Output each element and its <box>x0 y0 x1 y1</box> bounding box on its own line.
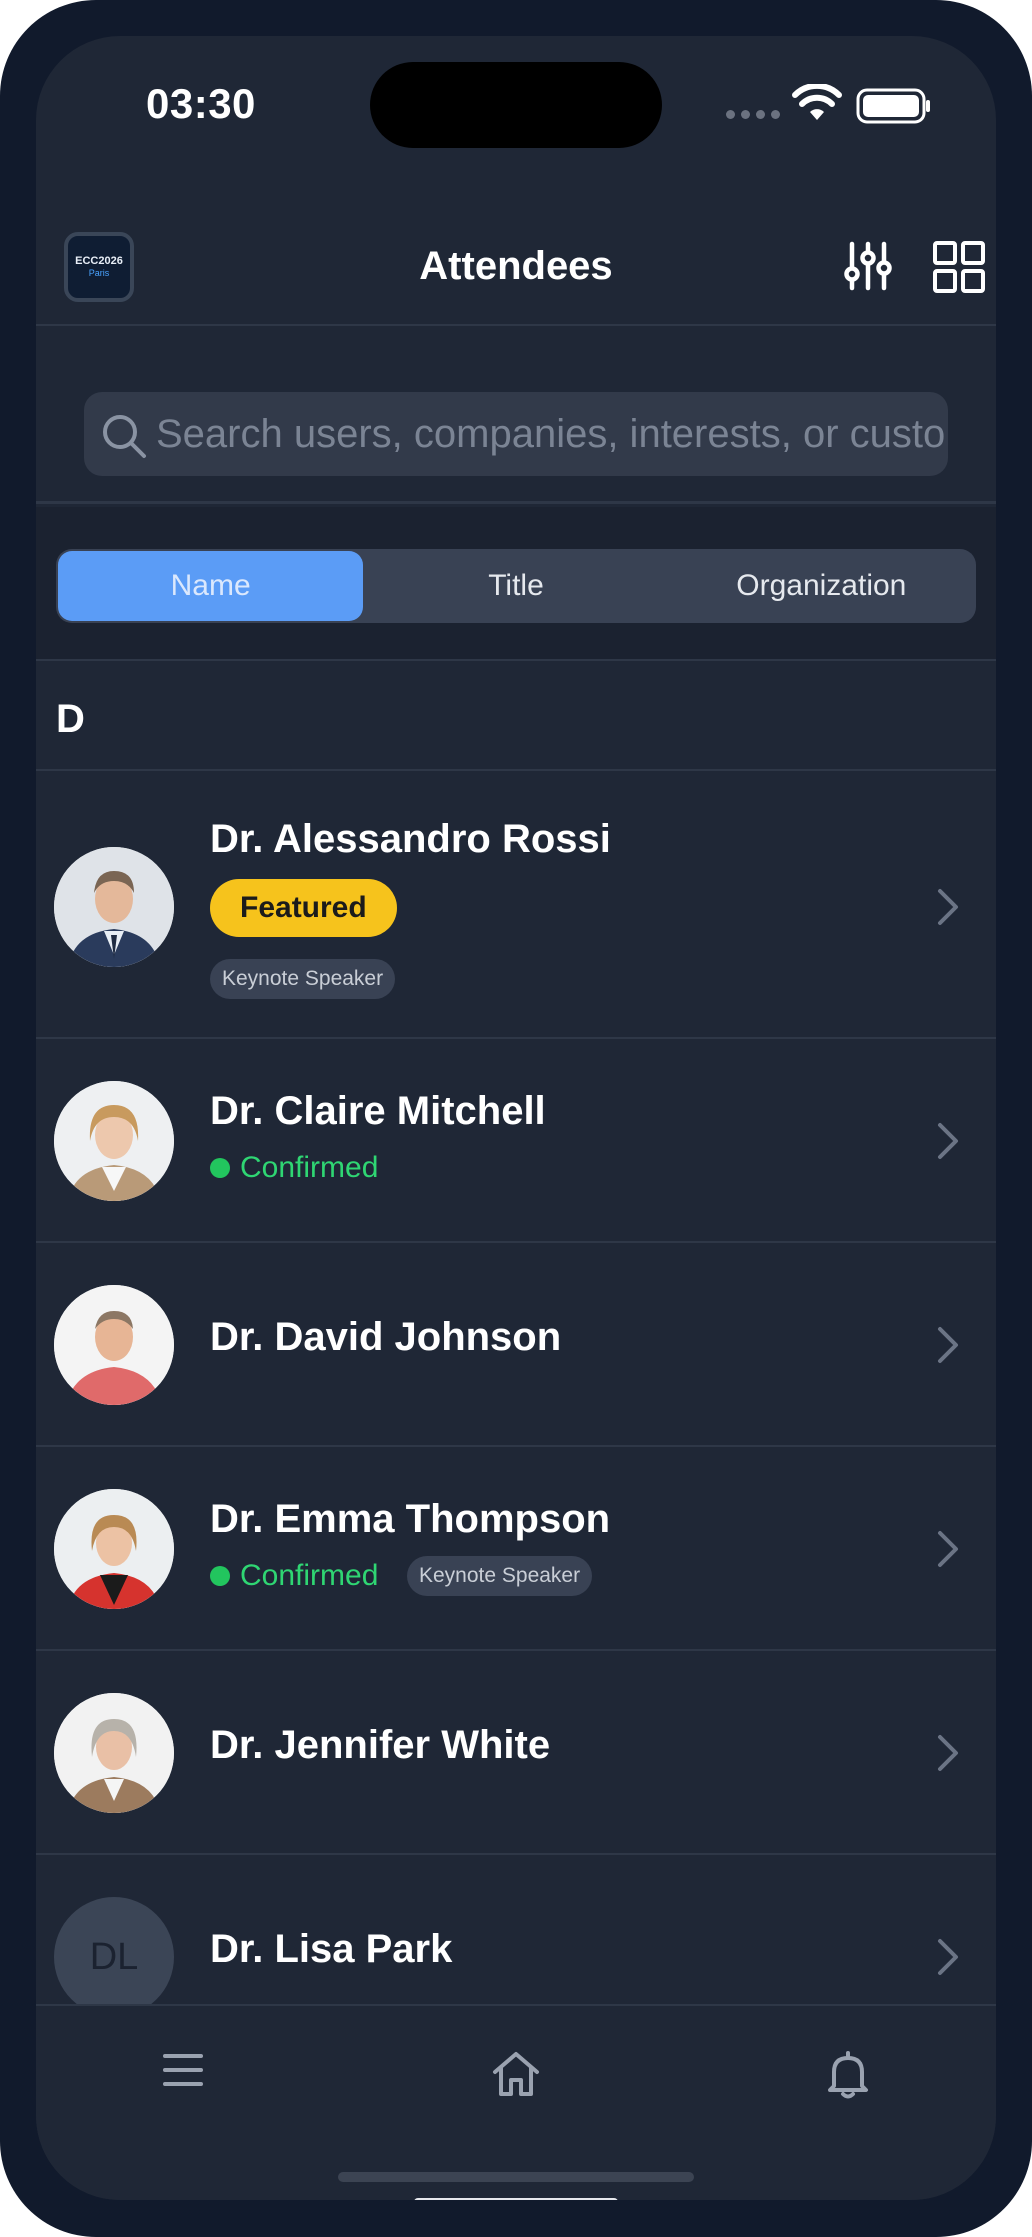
app-screen: 03:30 ECC2026 Paris Attendees Search use… <box>36 36 996 2200</box>
segment-title[interactable]: Title <box>363 551 668 621</box>
chevron-right-icon <box>938 1123 958 1159</box>
role-tag: Keynote Speaker <box>407 1556 593 1596</box>
section-letter: D <box>56 697 85 741</box>
attendee-row[interactable]: Dr. Emma Thompson Confirmed Keynote Spea… <box>36 1449 996 1651</box>
attendee-name: Dr. Emma Thompson <box>210 1497 611 1541</box>
battery-icon <box>856 88 930 124</box>
attendee-name: Dr. Alessandro Rossi <box>210 817 611 861</box>
chevron-right-icon <box>938 1531 958 1567</box>
segment-name[interactable]: Name <box>58 551 364 621</box>
search-bar[interactable] <box>84 392 948 476</box>
bell-icon[interactable] <box>826 2050 870 2100</box>
attendee-name: Dr. Jennifer White <box>210 1723 551 1767</box>
attendee-row[interactable]: Dr. Alessandro Rossi Featured Keynote Sp… <box>36 773 996 1039</box>
home-icon[interactable] <box>491 2050 541 2098</box>
attendee-row[interactable]: Dr. David Johnson <box>36 1245 996 1447</box>
status-badge: Confirmed <box>210 1559 378 1593</box>
section-header: D <box>36 661 996 771</box>
search-input[interactable] <box>156 392 946 476</box>
avatar <box>54 1489 174 1609</box>
avatar-initials: DL <box>54 1897 174 2017</box>
attendee-row[interactable]: Dr. Claire Mitchell Confirmed <box>36 1041 996 1243</box>
chevron-right-icon <box>938 1327 958 1363</box>
menu-icon[interactable] <box>162 2050 204 2090</box>
status-time: 03:30 <box>146 80 256 127</box>
attendee-name: Dr. Lisa Park <box>210 1927 453 1971</box>
home-indicator[interactable] <box>414 2198 618 2200</box>
confirmed-dot-icon <box>210 1158 230 1178</box>
chevron-right-icon <box>938 1735 958 1771</box>
navigation-header: ECC2026 Paris Attendees <box>36 186 996 326</box>
role-tag: Keynote Speaker <box>210 959 396 999</box>
chevron-right-icon <box>938 1939 958 1975</box>
device-frame: 03:30 ECC2026 Paris Attendees Search use… <box>0 0 1032 2237</box>
status-badge: Confirmed <box>210 1151 378 1185</box>
status-label: Confirmed <box>240 1151 379 1184</box>
avatar <box>54 847 174 967</box>
attendee-row[interactable]: Dr. Jennifer White <box>36 1653 996 1855</box>
attendee-name: Dr. David Johnson <box>210 1315 562 1359</box>
segment-organization[interactable]: Organization <box>669 551 974 621</box>
dynamic-island <box>370 62 662 148</box>
grid-view-icon[interactable] <box>932 240 986 294</box>
confirmed-dot-icon <box>210 1566 230 1586</box>
scroll-indicator <box>338 2172 694 2182</box>
attendee-name: Dr. Claire Mitchell <box>210 1089 546 1133</box>
status-bar: 03:30 <box>36 36 996 176</box>
featured-badge: Featured <box>210 879 397 937</box>
wifi-icon <box>792 84 842 120</box>
search-icon <box>103 415 146 458</box>
bottom-tab-bar <box>36 2004 996 2200</box>
avatar <box>54 1081 174 1201</box>
cellular-signal-icon <box>726 110 780 119</box>
filter-sliders-icon[interactable] <box>844 240 892 292</box>
sort-section: Name Title Organization <box>36 507 996 661</box>
avatar <box>54 1693 174 1813</box>
status-label: Confirmed <box>240 1559 379 1592</box>
chevron-right-icon <box>938 889 958 925</box>
avatar <box>54 1285 174 1405</box>
sort-segmented-control: Name Title Organization <box>56 549 976 623</box>
search-section <box>36 328 996 504</box>
